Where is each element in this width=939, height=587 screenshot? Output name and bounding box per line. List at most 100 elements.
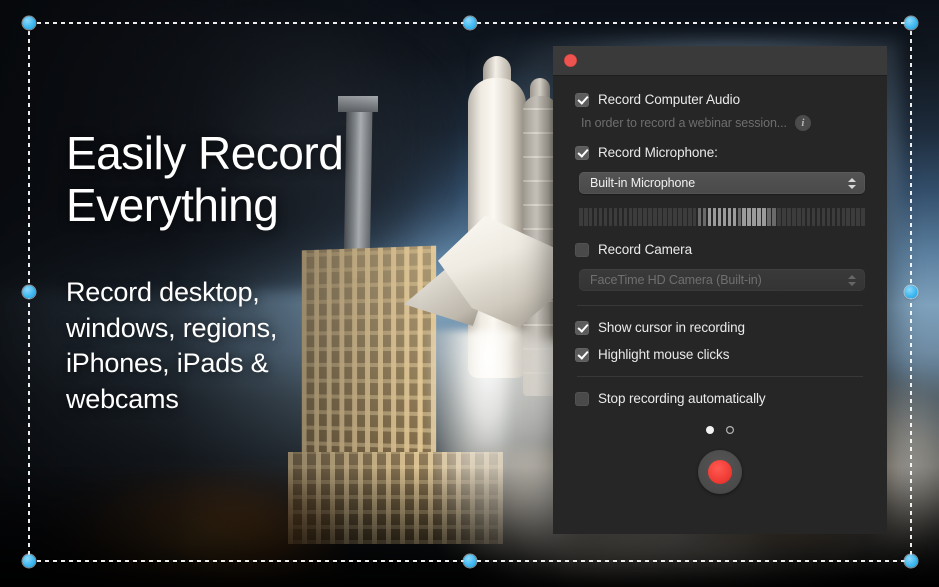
pagination-dot-2[interactable] xyxy=(726,426,734,434)
show-cursor-row[interactable]: Show cursor in recording xyxy=(575,320,865,335)
level-meter-segment xyxy=(678,208,682,226)
record-button[interactable] xyxy=(698,450,742,494)
level-meter-segment xyxy=(648,208,652,226)
camera-device-select[interactable]: FaceTime HD Camera (Built-in) xyxy=(579,269,865,291)
level-meter-segment xyxy=(842,208,846,226)
audio-level-meter xyxy=(579,208,865,226)
level-meter-segment xyxy=(688,208,692,226)
level-meter-segment xyxy=(772,208,776,226)
level-meter-segment xyxy=(629,208,633,226)
level-meter-segment xyxy=(733,208,737,226)
close-icon[interactable] xyxy=(564,54,577,67)
level-meter-segment xyxy=(708,208,712,226)
computer-audio-hint: In order to record a webinar session... xyxy=(581,116,787,130)
level-meter-segment xyxy=(723,208,727,226)
level-meter-segment xyxy=(589,208,593,226)
highlight-clicks-checkbox[interactable] xyxy=(575,348,589,362)
stop-recording-checkbox[interactable] xyxy=(575,392,589,406)
level-meter-segment xyxy=(747,208,751,226)
panel-body: Record Computer Audio In order to record… xyxy=(553,76,887,534)
level-meter-segment xyxy=(614,208,618,226)
level-meter-segment xyxy=(609,208,613,226)
level-meter-segment xyxy=(797,208,801,226)
level-meter-segment xyxy=(728,208,732,226)
level-meter-segment xyxy=(752,208,756,226)
level-meter-segment xyxy=(861,208,865,226)
stop-recording-row[interactable]: Stop recording automatically xyxy=(575,391,865,406)
level-meter-segment xyxy=(624,208,628,226)
level-meter-segment xyxy=(827,208,831,226)
slide-copy: Easily Record Everything Record desktop,… xyxy=(66,128,396,418)
microphone-device-select[interactable]: Built-in Microphone xyxy=(579,172,865,194)
level-meter-segment xyxy=(703,208,707,226)
level-meter-segment xyxy=(599,208,603,226)
level-meter-segment xyxy=(837,208,841,226)
level-meter-segment xyxy=(713,208,717,226)
pagination-dots xyxy=(575,426,865,434)
chevron-updown-icon xyxy=(846,175,857,191)
level-meter-segment xyxy=(851,208,855,226)
level-meter-segment xyxy=(817,208,821,226)
level-meter-segment xyxy=(643,208,647,226)
level-meter-segment xyxy=(633,208,637,226)
level-meter-segment xyxy=(757,208,761,226)
panel-titlebar xyxy=(553,46,887,76)
highlight-clicks-row[interactable]: Highlight mouse clicks xyxy=(575,347,865,362)
record-computer-audio-row[interactable]: Record Computer Audio xyxy=(575,92,865,107)
level-meter-segment xyxy=(742,208,746,226)
record-camera-label: Record Camera xyxy=(598,242,692,257)
level-meter-segment xyxy=(668,208,672,226)
level-meter-segment xyxy=(802,208,806,226)
level-meter-segment xyxy=(579,208,583,226)
level-meter-segment xyxy=(782,208,786,226)
level-meter-segment xyxy=(832,208,836,226)
record-microphone-label: Record Microphone: xyxy=(598,145,718,160)
level-meter-segment xyxy=(683,208,687,226)
level-meter-segment xyxy=(812,208,816,226)
pagination-dot-1[interactable] xyxy=(706,426,714,434)
level-meter-segment xyxy=(673,208,677,226)
stop-recording-label: Stop recording automatically xyxy=(598,391,766,406)
level-meter-segment xyxy=(584,208,588,226)
record-button-wrap xyxy=(575,450,865,494)
screenshot-canvas: Easily Record Everything Record desktop,… xyxy=(0,0,939,587)
recording-settings-panel: Record Computer Audio In order to record… xyxy=(553,46,887,534)
chevron-updown-icon xyxy=(846,272,857,288)
divider xyxy=(577,305,863,306)
level-meter-segment xyxy=(658,208,662,226)
level-meter-segment xyxy=(653,208,657,226)
record-microphone-row[interactable]: Record Microphone: xyxy=(575,145,865,160)
page-title: Easily Record Everything xyxy=(66,128,396,231)
record-icon xyxy=(708,460,732,484)
level-meter-segment xyxy=(846,208,850,226)
slide-subcopy: Record desktop, windows, regions, iPhone… xyxy=(66,275,396,418)
level-meter-segment xyxy=(718,208,722,226)
level-meter-segment xyxy=(777,208,781,226)
camera-device-value: FaceTime HD Camera (Built-in) xyxy=(590,273,846,287)
microphone-device-value: Built-in Microphone xyxy=(590,176,846,190)
record-microphone-checkbox[interactable] xyxy=(575,146,589,160)
level-meter-segment xyxy=(792,208,796,226)
level-meter-segment xyxy=(762,208,766,226)
record-computer-audio-checkbox[interactable] xyxy=(575,93,589,107)
show-cursor-label: Show cursor in recording xyxy=(598,320,745,335)
level-meter-segment xyxy=(856,208,860,226)
level-meter-segment xyxy=(619,208,623,226)
level-meter-segment xyxy=(594,208,598,226)
level-meter-segment xyxy=(738,208,742,226)
level-meter-segment xyxy=(787,208,791,226)
level-meter-segment xyxy=(693,208,697,226)
level-meter-segment xyxy=(698,208,702,226)
level-meter-segment xyxy=(822,208,826,226)
show-cursor-checkbox[interactable] xyxy=(575,321,589,335)
divider xyxy=(577,376,863,377)
highlight-clicks-label: Highlight mouse clicks xyxy=(598,347,729,362)
computer-audio-hint-row: In order to record a webinar session... … xyxy=(581,115,865,131)
record-camera-checkbox[interactable] xyxy=(575,243,589,257)
level-meter-segment xyxy=(604,208,608,226)
level-meter-segment xyxy=(663,208,667,226)
level-meter-segment xyxy=(638,208,642,226)
info-icon[interactable]: i xyxy=(795,115,811,131)
record-camera-row[interactable]: Record Camera xyxy=(575,242,865,257)
record-computer-audio-label: Record Computer Audio xyxy=(598,92,740,107)
